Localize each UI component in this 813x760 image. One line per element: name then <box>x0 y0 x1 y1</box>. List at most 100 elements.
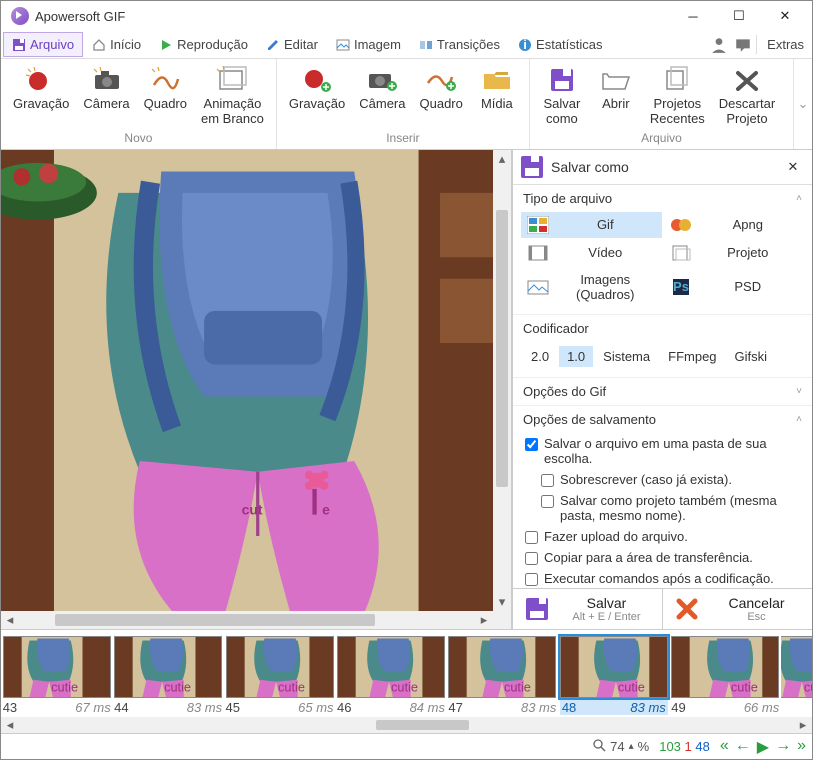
inserir-quadro-button[interactable]: Quadro <box>414 63 469 129</box>
encoder-20[interactable]: 2.0 <box>523 346 557 367</box>
filetype-video[interactable]: Vídeo <box>521 240 662 266</box>
chevron-up-icon[interactable]: ˄ <box>796 414 802 425</box>
extras-label: Extras <box>767 37 804 52</box>
chevron-down-icon[interactable]: ˅ <box>796 386 802 397</box>
filetype-imagens[interactable]: Imagens (Quadros) <box>521 268 662 306</box>
arquivo-abrir-label: Abrir <box>602 97 629 112</box>
image-icon <box>336 38 350 52</box>
novo-gravacao-label: Gravação <box>13 97 69 112</box>
extras-button[interactable]: Extras <box>756 35 810 54</box>
frame-44[interactable]: cutie 4483 ms <box>112 634 223 717</box>
draw-plus-icon <box>424 65 458 93</box>
user-icon[interactable] <box>710 36 728 54</box>
zoom-control[interactable]: 74 ▴ % <box>592 738 649 755</box>
preview-canvas[interactable]: cut e ▴ ▾ ◂ ▸ <box>1 150 512 629</box>
arquivo-recentes-button[interactable]: Projetos Recentes <box>644 63 711 129</box>
frame-duration: 83 ms <box>187 700 222 715</box>
scroll-left-icon[interactable]: ◂ <box>1 717 19 733</box>
ribbon-collapse-button[interactable]: ⌄ <box>794 59 812 149</box>
chk-saveproj[interactable]: Salvar como projeto também (mesma pasta,… <box>513 490 812 526</box>
svg-text:cutie: cutie <box>618 680 645 695</box>
panel-close-button[interactable]: ✕ <box>782 156 804 178</box>
frame-thumb: cutie <box>671 636 779 698</box>
arquivo-descartar-button[interactable]: Descartar Projeto <box>713 63 781 129</box>
gif-icon <box>527 216 549 234</box>
nav-play-button[interactable]: ▶ <box>757 737 769 757</box>
preview-content: cut e <box>1 150 493 611</box>
info-icon: i <box>518 38 532 52</box>
chk-upload[interactable]: Fazer upload do arquivo. <box>513 526 812 547</box>
encoder-10[interactable]: 1.0 <box>559 346 593 367</box>
chk-commands[interactable]: Executar comandos após a codificação. <box>513 568 812 588</box>
preview-scroll-horizontal[interactable]: ◂ ▸ <box>1 611 493 629</box>
cancel-button[interactable]: CancelarEsc <box>663 589 812 629</box>
record-icon <box>24 65 58 93</box>
scroll-up-icon[interactable]: ▴ <box>493 150 511 168</box>
video-icon <box>527 244 549 262</box>
novo-camera-button[interactable]: Câmera <box>77 63 135 129</box>
ribbon-group-inserir: Gravação Câmera Quadro Mídia Inserir <box>277 59 530 149</box>
nav-next-button[interactable]: → <box>775 737 791 757</box>
minimize-button[interactable]: ─ <box>670 1 716 31</box>
scroll-right-icon[interactable]: ▸ <box>475 611 493 629</box>
encoder-ffmpeg[interactable]: FFmpeg <box>660 346 724 367</box>
tab-estatisticas[interactable]: i Estatísticas <box>509 32 611 57</box>
chat-icon[interactable] <box>734 36 752 54</box>
tab-arquivo[interactable]: Arquivo <box>3 32 83 57</box>
close-button[interactable]: ✕ <box>762 1 808 31</box>
scroll-left-icon[interactable]: ◂ <box>1 611 19 629</box>
nav-last-button[interactable]: » <box>797 737 806 757</box>
frame-48[interactable]: cutie 4883 ms <box>558 634 669 717</box>
frame-number: 45 <box>226 700 240 715</box>
tab-imagem[interactable]: Imagem <box>327 32 410 57</box>
filetype-projeto[interactable]: Projeto <box>664 240 805 266</box>
svg-text:e: e <box>322 501 330 517</box>
svg-text:cutie: cutie <box>804 680 812 695</box>
novo-anim-button[interactable]: Animação em Branco <box>195 63 270 129</box>
tab-transicoes[interactable]: Transições <box>410 32 509 57</box>
ribbon: Gravação Câmera Quadro Animação em Branc… <box>1 59 812 150</box>
psd-icon: Ps <box>670 278 692 296</box>
inserir-midia-button[interactable]: Mídia <box>471 63 523 129</box>
filetype-psd[interactable]: PsPSD <box>664 268 805 306</box>
camera-icon <box>90 65 124 93</box>
svg-text:i: i <box>523 38 527 52</box>
tab-inicio[interactable]: Início <box>83 32 150 57</box>
save-button[interactable]: SalvarAlt + E / Enter <box>513 589 663 629</box>
frame-43[interactable]: cutie 4367 ms <box>1 634 112 717</box>
blank-anim-icon <box>215 65 249 93</box>
filetype-apng[interactable]: Apng <box>664 212 805 238</box>
tab-editar[interactable]: Editar <box>257 32 327 57</box>
preview-scroll-vertical[interactable]: ▴ ▾ <box>493 150 511 611</box>
arquivo-salvar-button[interactable]: Salvar como <box>536 63 588 129</box>
nav-first-button[interactable]: « <box>720 737 729 757</box>
panel-title: Salvar como <box>551 159 774 175</box>
frame-47[interactable]: cutie 4783 ms <box>447 634 558 717</box>
arquivo-abrir-button[interactable]: Abrir <box>590 63 642 129</box>
tab-reproducao[interactable]: Reprodução <box>150 32 257 57</box>
maximize-button[interactable]: ☐ <box>716 1 762 31</box>
scroll-down-icon[interactable]: ▾ <box>493 593 511 611</box>
chevron-up-icon[interactable]: ˄ <box>796 193 802 204</box>
inserir-gravacao-button[interactable]: Gravação <box>283 63 351 129</box>
frame-49[interactable]: cutie 4966 ms <box>670 634 781 717</box>
frame-50[interactable]: cutie 50 <box>781 634 812 717</box>
inserir-quadro-label: Quadro <box>420 97 463 112</box>
novo-gravacao-button[interactable]: Gravação <box>7 63 75 129</box>
inserir-camera-button[interactable]: Câmera <box>353 63 411 129</box>
scroll-right-icon[interactable]: ▸ <box>794 717 812 733</box>
frame-46[interactable]: cutie 4684 ms <box>335 634 446 717</box>
open-folder-icon <box>599 65 633 93</box>
frame-thumb: cutie <box>114 636 222 698</box>
novo-quadro-label: Quadro <box>144 97 187 112</box>
encoder-gifski[interactable]: Gifski <box>727 346 776 367</box>
nav-prev-button[interactable]: ← <box>735 737 751 757</box>
chk-clipboard[interactable]: Copiar para a área de transferência. <box>513 547 812 568</box>
frame-45[interactable]: cutie 4565 ms <box>224 634 335 717</box>
filetype-gif[interactable]: Gif <box>521 212 662 238</box>
chk-savefolder[interactable]: Salvar o arquivo em uma pasta de sua esc… <box>513 433 812 469</box>
novo-quadro-button[interactable]: Quadro <box>138 63 193 129</box>
chk-overwrite[interactable]: Sobrescrever (caso já exista). <box>513 469 812 490</box>
encoder-sistema[interactable]: Sistema <box>595 346 658 367</box>
framestrip-scroll[interactable]: ◂ ▸ <box>1 717 812 733</box>
